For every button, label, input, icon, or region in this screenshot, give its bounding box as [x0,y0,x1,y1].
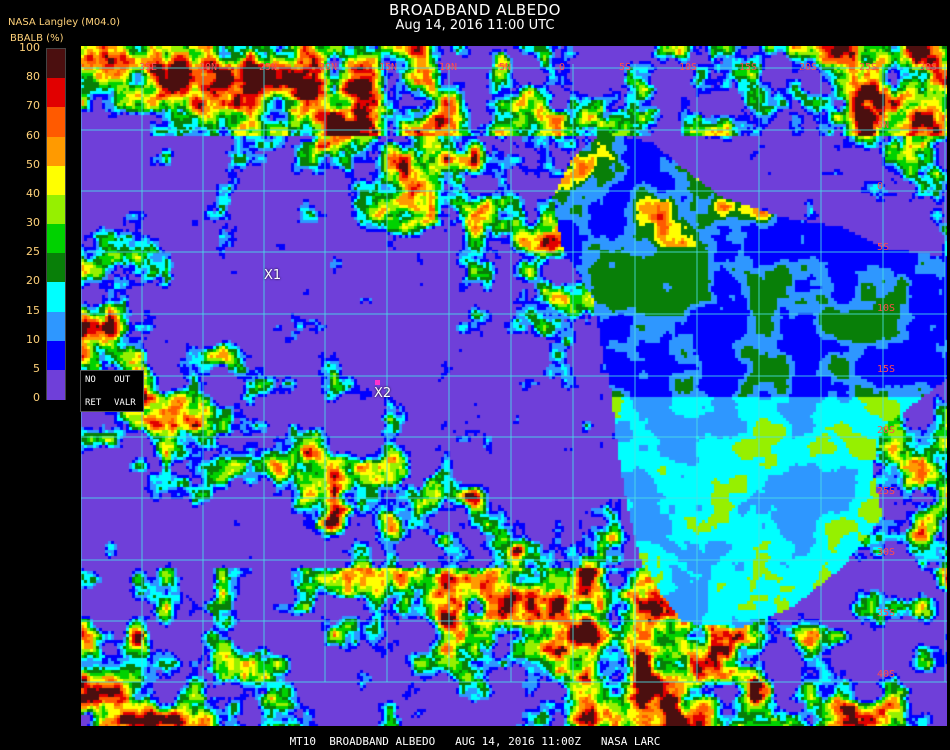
grid-label-top: 20N [319,62,337,73]
legend-tick-label: 70 [26,99,40,113]
marker-x2[interactable]: X2 [374,386,391,401]
color-legend-bar [46,48,66,400]
legend-swatch [47,311,65,342]
footer-caption: MT10 BROADBAND ALBEDO AUG 14, 2016 11:00… [289,735,661,748]
grid-label-top: 20S [799,62,817,73]
legend-swatch [47,78,65,109]
legend-swatch [47,194,65,225]
legend-swatch [47,340,65,371]
grid-label-top: 15N [379,62,397,73]
grid-label-top: 30N [199,62,217,73]
grid-label-top: 25S [859,62,877,73]
legend-swatch [47,136,65,167]
legend-tick-label: 100 [19,41,40,54]
legend-tick-label: 5 [33,361,40,375]
legend-swatch [47,165,65,196]
legend-tick-label: 30 [26,216,40,229]
legend-tick-label: 10 [26,332,40,346]
legend-swatch [47,107,65,138]
legend-swatch [47,282,65,313]
marker-x1[interactable]: X1 [264,268,281,283]
legend-swatch [47,369,65,400]
legend-tick-label: 80 [26,70,40,84]
toggle-out[interactable]: OUT [114,375,130,385]
legend-tick-label: 60 [26,128,40,142]
grid-label-top: 25N [259,62,277,73]
grid-label-right: 40S [877,669,895,680]
legend-tick-label: 0 [33,391,40,404]
toggle-ret[interactable]: RET [85,398,101,408]
legend-tick-label: 40 [26,186,40,200]
grid-label-right: 30S [877,547,895,558]
legend-swatch [47,253,65,284]
marker-x2-dot [375,380,380,385]
grid-label-right: 5N [877,120,889,131]
grid-label-right: 25S [877,486,895,497]
albedo-map[interactable]: 35E 30N 25N 20N 15N 10N 5N 0 5S 10S 15S 20S 25S 30S 5N… [81,46,947,726]
grid-label-right: 0 [877,181,883,192]
legend-tick-label: 20 [26,274,40,288]
grid-label-top: 5S [619,62,631,73]
grid-label-right: 15S [877,364,895,375]
grid-label-top: 5N [499,62,511,73]
map-title: BROADBAND ALBEDO [389,1,561,19]
legend-tick-label: 25 [26,245,40,259]
lat-lon-grid: 35E 30N 25N 20N 15N 10N 5N 0 5S 10S 15S 20S 25S 30S 5N… [81,62,947,683]
legend-tick-label: 15 [26,303,40,317]
grid-label-top: 35E [139,62,157,73]
toggle-no[interactable]: NO [85,375,96,385]
legend-tick-label: 50 [26,157,40,171]
grid-label-right: 5S [877,242,889,253]
grid-label-top: 30S [919,62,937,73]
grid-label-top: 10S [679,62,697,73]
grid-label-right: 20S [877,425,895,436]
toggle-valr[interactable]: VALR [114,398,136,408]
grid-label-top: 15S [739,62,757,73]
grid-label-top: 10N [439,62,457,73]
grid-label-right: 35S [877,608,895,619]
legend-swatch [47,49,65,79]
map-datetime: Aug 14, 2016 11:00 UTC [395,18,555,33]
legend-swatch [47,224,65,254]
grid-label-top: 0 [559,62,565,73]
grid-label-right: 10S [877,303,895,314]
source-label: NASA Langley (M04.0) [8,17,120,28]
display-toggles: NO OUT RET VALR [80,370,144,412]
